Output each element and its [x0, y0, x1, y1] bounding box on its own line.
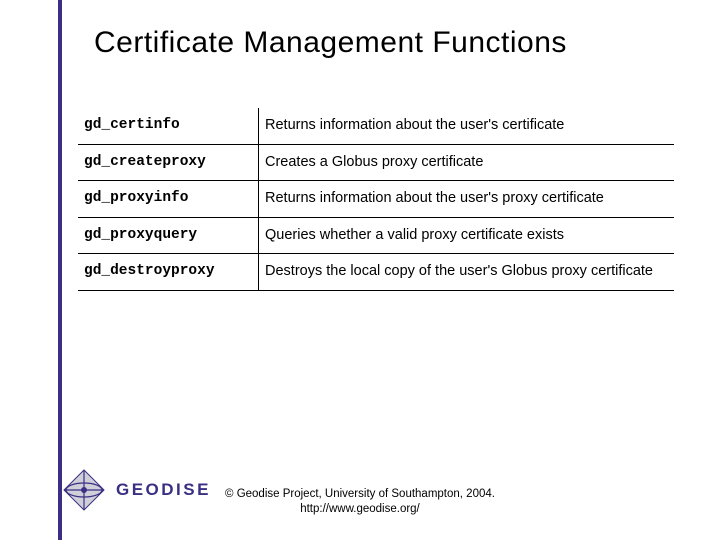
- fn-desc: Destroys the local copy of the user's Gl…: [259, 254, 675, 291]
- fn-desc: Creates a Globus proxy certificate: [259, 144, 675, 181]
- table-row: gd_proxyquery Queries whether a valid pr…: [78, 217, 674, 254]
- footer-line-1: © Geodise Project, University of Southam…: [0, 487, 720, 503]
- side-rule: [58, 0, 62, 540]
- fn-desc: Returns information about the user's pro…: [259, 181, 675, 218]
- fn-name: gd_createproxy: [78, 144, 259, 181]
- functions-table: gd_certinfo Returns information about th…: [78, 108, 674, 291]
- fn-name: gd_proxyinfo: [78, 181, 259, 218]
- fn-name: gd_destroyproxy: [78, 254, 259, 291]
- table-row: gd_createproxy Creates a Globus proxy ce…: [78, 144, 674, 181]
- footer: © Geodise Project, University of Southam…: [0, 487, 720, 518]
- table-row: gd_destroyproxy Destroys the local copy …: [78, 254, 674, 291]
- fn-name: gd_certinfo: [78, 108, 259, 144]
- footer-line-2: http://www.geodise.org/: [0, 502, 720, 518]
- fn-name: gd_proxyquery: [78, 217, 259, 254]
- table-row: gd_proxyinfo Returns information about t…: [78, 181, 674, 218]
- slide-title: Certificate Management Functions: [94, 26, 674, 60]
- fn-desc: Returns information about the user's cer…: [259, 108, 675, 144]
- fn-desc: Queries whether a valid proxy certificat…: [259, 217, 675, 254]
- table-row: gd_certinfo Returns information about th…: [78, 108, 674, 144]
